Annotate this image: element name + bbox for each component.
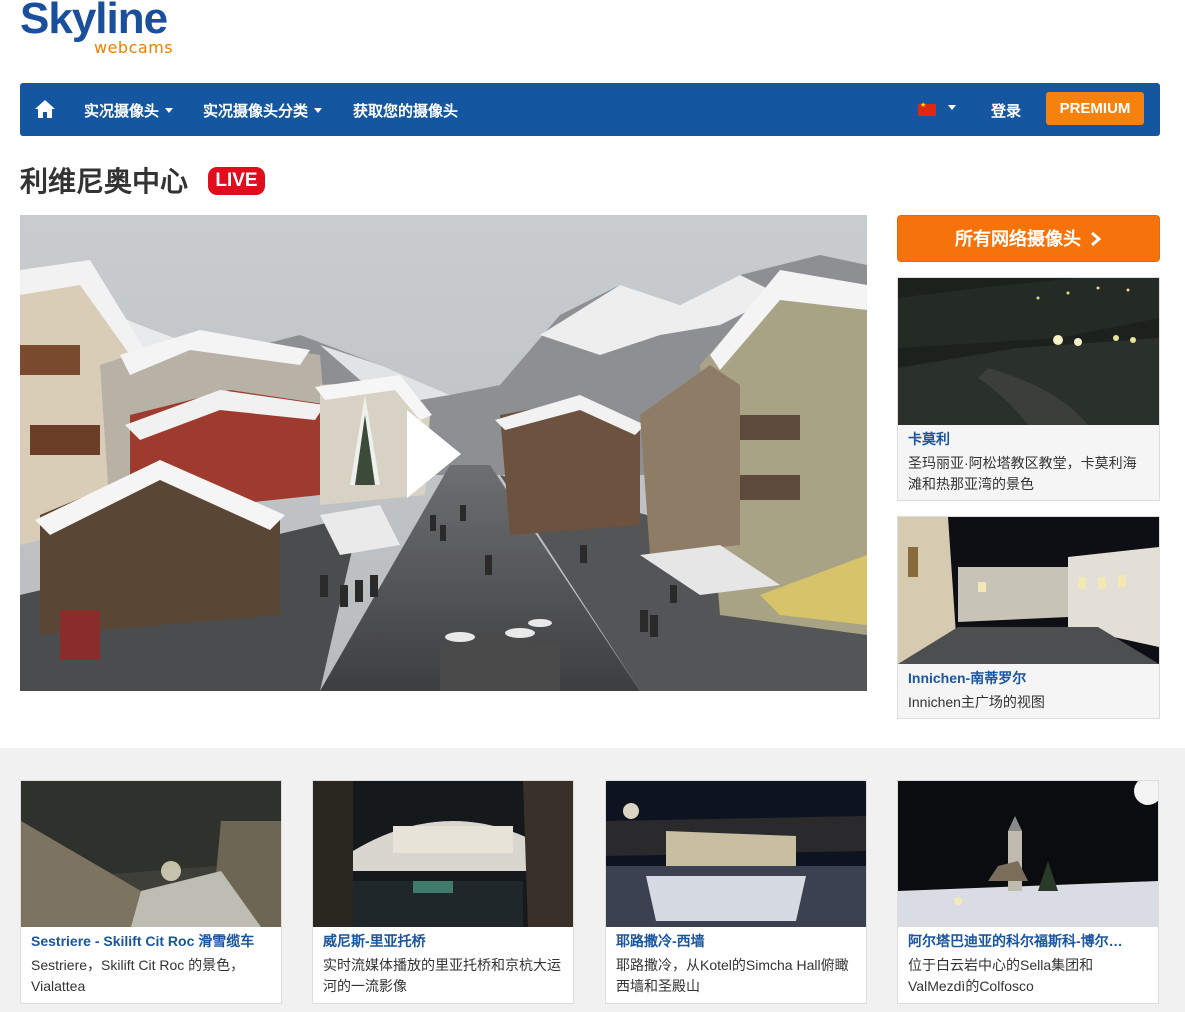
related-card-venice[interactable]: 威尼斯-里亚托桥 实时流媒体播放的里亚托桥和京杭大运河的一流影像 <box>312 780 574 1004</box>
sidebar-card-desc: Innichen主广场的视图 <box>908 694 1045 710</box>
related-card-title: 耶路撒冷-西墙 <box>616 933 705 949</box>
sestriere-thumbnail <box>21 781 281 927</box>
related-card-title: 阿尔塔巴迪亚的科尔福斯科-博尔… <box>908 933 1123 949</box>
related-card-desc: Sestriere，Skilift Cit Roc 的景色，Vialattea <box>31 957 245 994</box>
related-card-jerusalem[interactable]: 耶路撒冷-西墙 耶路撒冷，从Kotel的Simcha Hall俯瞰西墙和圣殿山 <box>605 780 867 1004</box>
sidebar-card-desc: 圣玛丽亚·阿松塔教区教堂，卡莫利海滩和热那亚湾的景色 <box>908 455 1137 492</box>
related-card-desc: 位于白云岩中心的Sella集团和ValMezdì的Colfosco <box>908 957 1094 994</box>
caret-down-icon <box>165 108 174 113</box>
chevron-right-icon <box>1091 231 1102 247</box>
colfosco-thumbnail <box>898 781 1158 927</box>
related-card-colfosco[interactable]: 阿尔塔巴迪亚的科尔福斯科-博尔… 位于白云岩中心的Sella集团和ValMezd… <box>897 780 1159 1004</box>
nav-get-your-webcam[interactable]: 获取您的摄像头 <box>353 100 458 121</box>
western-wall-thumbnail <box>606 781 866 927</box>
caret-down-icon <box>314 108 323 113</box>
camogli-night-thumbnail <box>898 278 1159 425</box>
logo-sub-text: webcams <box>94 38 174 57</box>
home-icon[interactable] <box>34 99 56 119</box>
sidebar-card-title: 卡莫利 <box>908 431 950 447</box>
related-card-sestriere[interactable]: Sestriere - Skilift Cit Roc 滑雪缆车 Sestrie… <box>20 780 282 1004</box>
nav-get-your-webcam-label: 获取您的摄像头 <box>353 103 459 120</box>
related-card-title: Sestriere - Skilift Cit Roc 滑雪缆车 <box>31 933 255 949</box>
webcam-video-player[interactable] <box>20 215 867 691</box>
nav-webcam-categories[interactable]: 实况摄像头分类 <box>203 100 323 121</box>
sidebar-card-title: Innichen-南蒂罗尔 <box>908 670 1027 686</box>
premium-button[interactable]: PREMIUM <box>1046 92 1144 125</box>
innichen-square-thumbnail <box>898 517 1159 664</box>
main-navbar: 实况摄像头 实况摄像头分类 获取您的摄像头 登录 PREMIUM <box>20 83 1160 136</box>
nav-live-webcams[interactable]: 实况摄像头 <box>84 100 174 121</box>
skyline-logo[interactable]: Skyline webcams <box>20 0 190 60</box>
page-title: 利维尼奥中心 <box>20 165 189 198</box>
china-flag-icon[interactable] <box>918 101 936 116</box>
related-card-desc: 耶路撒冷，从Kotel的Simcha Hall俯瞰西墙和圣殿山 <box>616 957 849 994</box>
related-card-desc: 实时流媒体播放的里亚托桥和京杭大运河的一流影像 <box>323 957 561 994</box>
login-link[interactable]: 登录 <box>991 100 1021 121</box>
all-webcams-label: 所有网络摄像头 <box>954 229 1081 249</box>
play-icon[interactable] <box>405 408 463 500</box>
sidebar-card-innichen[interactable]: Innichen-南蒂罗尔 Innichen主广场的视图 <box>897 516 1160 719</box>
related-card-title: 威尼斯-里亚托桥 <box>323 933 426 949</box>
language-caret-icon[interactable] <box>948 105 956 110</box>
live-badge: LIVE <box>208 167 265 195</box>
nav-live-webcams-label: 实况摄像头 <box>84 103 160 120</box>
rialto-bridge-thumbnail <box>313 781 573 927</box>
nav-webcam-categories-label: 实况摄像头分类 <box>203 103 309 120</box>
sidebar-card-camogli[interactable]: 卡莫利 圣玛丽亚·阿松塔教区教堂，卡莫利海滩和热那亚湾的景色 <box>897 277 1160 501</box>
all-webcams-button[interactable]: 所有网络摄像头 <box>897 215 1160 262</box>
